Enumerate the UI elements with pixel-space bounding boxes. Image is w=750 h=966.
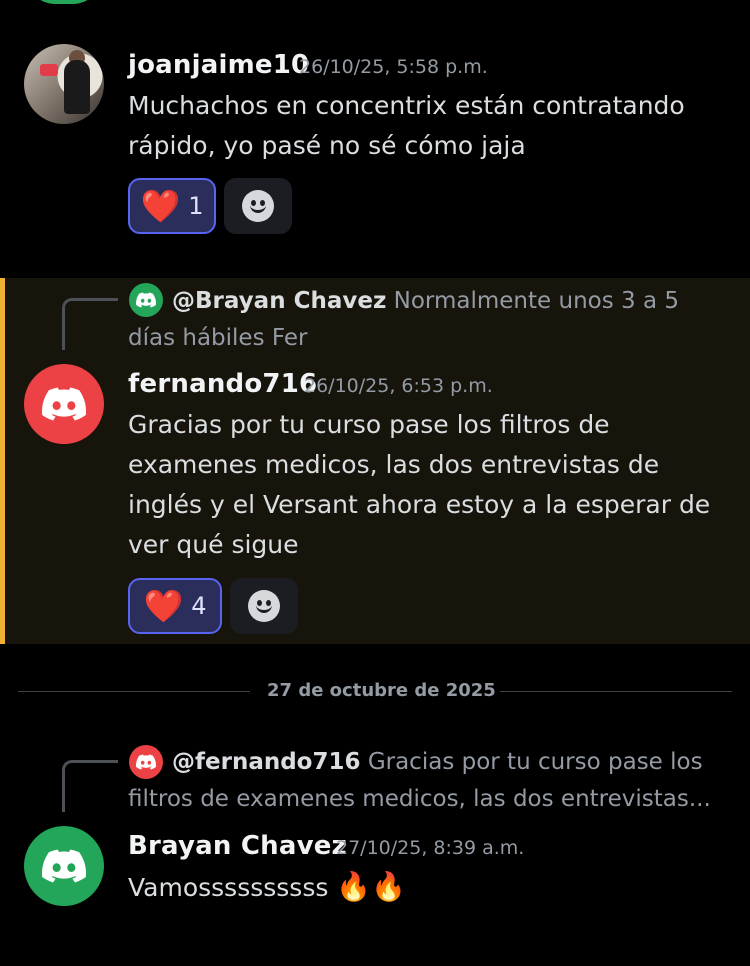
avatar-fernando716[interactable]: [24, 364, 104, 444]
message-text: Muchachos en concentrix están contratand…: [128, 91, 685, 160]
date-divider: 27 de octubre de 2025: [267, 680, 496, 701]
username[interactable]: Brayan Chavez: [128, 831, 347, 861]
timestamp: 26/10/25, 5:58 p.m.: [299, 56, 488, 78]
reply-mention[interactable]: @fernando716: [172, 749, 361, 775]
reaction-count: 4: [191, 592, 207, 620]
photo-detail: [64, 60, 90, 114]
heart-emoji: ❤️: [143, 587, 184, 625]
reaction-heart[interactable]: ❤️ 1: [128, 178, 216, 234]
add-reaction-smiley-icon: [248, 590, 280, 622]
reply-connector: [62, 298, 118, 350]
add-reaction-button[interactable]: [230, 578, 298, 634]
heart-emoji: ❤️: [140, 187, 181, 225]
message-body: Vamossssssssss: [128, 873, 329, 902]
reaction-count: 1: [188, 192, 204, 220]
avatar-brayan-chavez[interactable]: [24, 826, 104, 906]
discord-logo-icon: [42, 849, 86, 883]
username[interactable]: fernando716: [128, 369, 317, 399]
reply-connector: [62, 760, 118, 812]
photo-detail: [40, 64, 58, 76]
reply-mention[interactable]: @Brayan Chavez: [172, 288, 386, 314]
message-text: Gracias por tu curso pase los filtros de…: [128, 410, 711, 559]
discord-logo-icon: [42, 387, 86, 421]
add-reaction-smiley-icon: [242, 190, 274, 222]
add-reaction-button[interactable]: [224, 178, 292, 234]
avatar-joanjaime10[interactable]: [24, 44, 104, 124]
partial-avatar[interactable]: [24, 0, 104, 4]
divider-line: [18, 691, 250, 692]
username[interactable]: joanjaime10: [128, 50, 309, 80]
timestamp: 26/10/25, 6:53 p.m.: [304, 375, 493, 397]
message-text: Vamossssssssss 🔥🔥: [128, 867, 728, 908]
reaction-heart[interactable]: ❤️ 4: [128, 578, 222, 634]
reply-preview[interactable]: @fernando716 Gracias por tu curso pase l…: [128, 744, 728, 818]
reply-preview[interactable]: @Brayan Chavez Normalmente unos 3 a 5 dí…: [128, 283, 728, 357]
divider-line: [500, 691, 732, 692]
fire-emoji: 🔥🔥: [336, 870, 407, 903]
timestamp: 27/10/25, 8:39 a.m.: [336, 837, 525, 859]
